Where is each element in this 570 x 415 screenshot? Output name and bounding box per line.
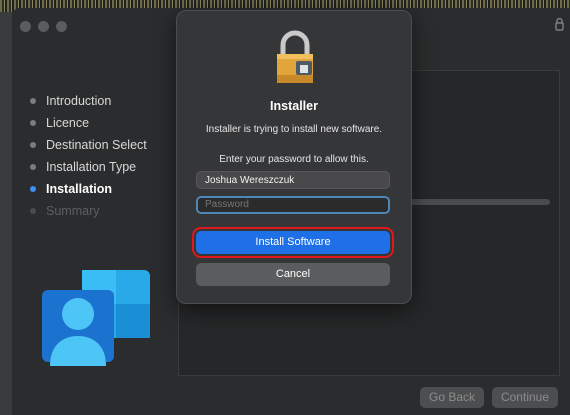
step-summary: Summary [30,200,180,222]
step-label: Introduction [46,94,112,108]
padlock-package-icon [277,30,313,83]
dialog-prompt: Enter your password to allow this. [219,154,369,165]
install-software-button[interactable]: Install Software [196,231,390,254]
step-label: Summary [46,204,100,218]
zoom-window-button[interactable] [56,21,67,32]
step-dot [30,98,36,104]
installation-progress-bar [402,199,550,205]
go-back-button[interactable]: Go Back [420,387,484,408]
step-dot [30,164,36,170]
cancel-button[interactable]: Cancel [196,263,390,286]
step-installation-type: Installation Type [30,156,180,178]
step-dot [30,142,36,148]
dialog-title: Installer [270,99,318,113]
step-label: Destination Select [46,138,147,152]
dialog-message: Installer is trying to install new softw… [205,124,383,135]
step-label: Installation Type [46,160,137,174]
company-portal-icon [42,270,150,366]
step-dot [30,208,36,214]
steps-sidebar: Introduction Licence Destination Select … [30,90,180,222]
step-label: Installation [46,182,112,196]
step-label: Licence [46,116,90,130]
authentication-dialog: Installer Installer is trying to install… [176,10,412,304]
username-field[interactable]: Joshua Wereszczuk [196,171,390,189]
step-licence: Licence [30,112,180,134]
minimize-window-button[interactable] [38,21,49,32]
password-field[interactable]: Password [196,196,390,214]
lock-icon [555,17,564,31]
step-dot [30,186,36,192]
step-installation: Installation [30,178,180,200]
close-window-button[interactable] [20,21,31,32]
step-destination-select: Destination Select [30,134,180,156]
step-introduction: Introduction [30,90,180,112]
continue-button[interactable]: Continue [492,387,558,408]
step-dot [30,120,36,126]
